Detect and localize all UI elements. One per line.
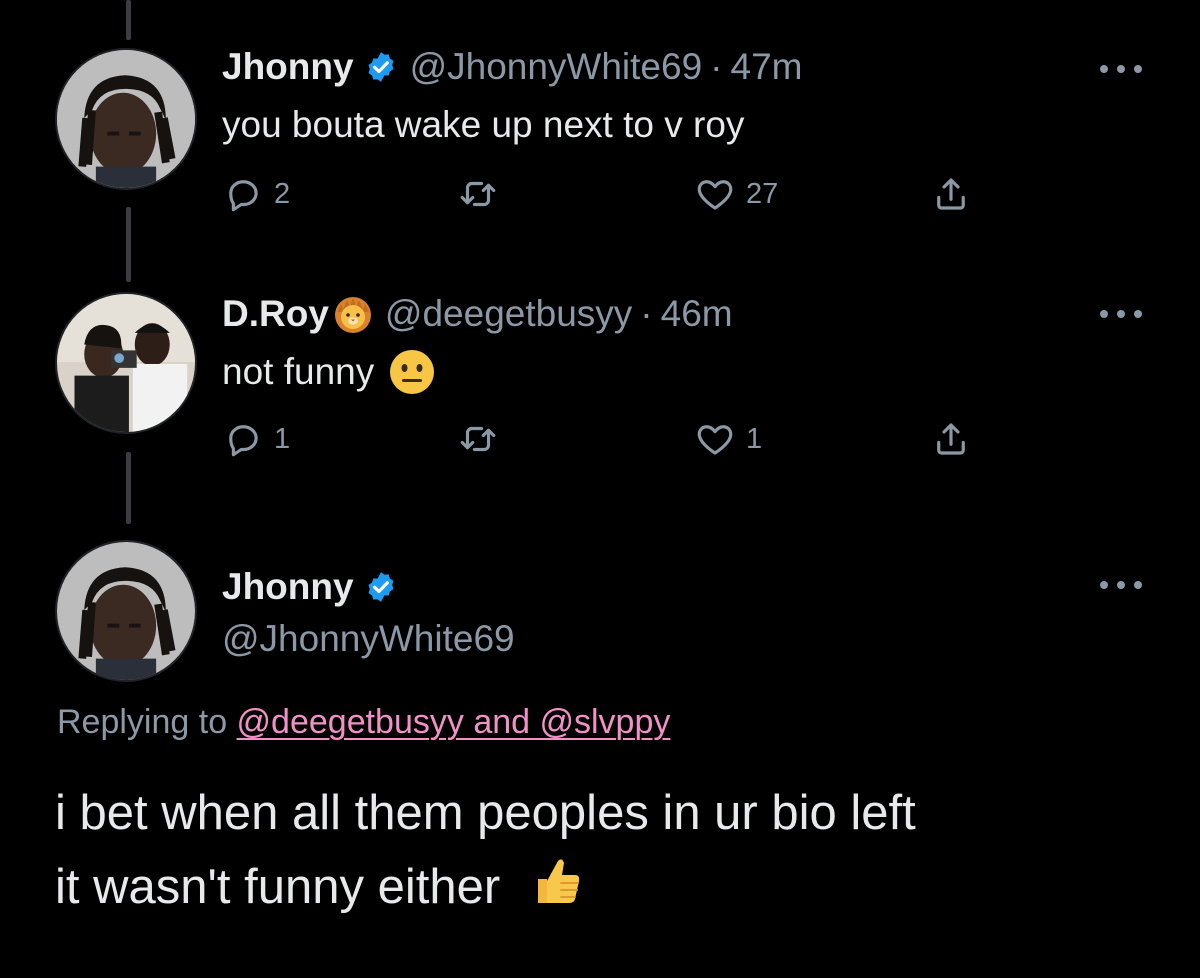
retweet-button[interactable]	[457, 173, 499, 215]
display-name[interactable]: Jhonny	[222, 46, 354, 88]
tweet-header: Jhonny	[222, 566, 398, 608]
tweet-text: not funny	[222, 348, 436, 396]
main-tweet-line-2-wrap: it wasn't funny either	[55, 850, 1155, 924]
reply-count: 2	[274, 177, 291, 210]
thumbs-up-icon	[537, 859, 579, 903]
retweet-icon	[460, 181, 496, 207]
like-count: 1	[746, 422, 763, 455]
reply-button[interactable]: 2	[222, 173, 290, 215]
tweet-text: you bouta wake up next to v roy	[222, 104, 744, 146]
main-tweet-text: i bet when all them peoples in ur bio le…	[55, 776, 1155, 924]
handle-row: @JhonnyWhite69	[222, 618, 515, 660]
more-options-icon[interactable]	[1100, 578, 1142, 592]
avatar-image	[57, 294, 195, 432]
main-tweet-line-1: i bet when all them peoples in ur bio le…	[55, 786, 916, 840]
display-name[interactable]: D.Roy	[222, 293, 329, 335]
like-button[interactable]: 27	[694, 173, 778, 215]
tweet[interactable]: Jhonny @JhonnyWhite69 · 47m you bouta wa…	[0, 0, 1200, 250]
handle[interactable]: @JhonnyWhite69	[410, 46, 703, 88]
handle[interactable]: @JhonnyWhite69	[222, 618, 515, 660]
tweet-actions: 2 27	[222, 173, 982, 217]
like-button[interactable]: 1	[694, 418, 762, 460]
reply-button[interactable]: 1	[222, 418, 290, 460]
replying-to: Replying to @deegetbusyy and @slvppy	[57, 703, 670, 742]
retweet-button[interactable]	[457, 418, 499, 460]
reply-icon	[229, 425, 258, 457]
avatar[interactable]	[55, 292, 197, 434]
lion-face-icon	[334, 297, 371, 333]
tweet-actions: 1 1	[222, 418, 982, 462]
verified-badge-icon	[368, 572, 394, 602]
avatar-image	[57, 50, 195, 188]
more-options-icon[interactable]	[1100, 307, 1142, 321]
tweet-text-content: you bouta wake up next to v roy	[222, 104, 745, 145]
avatar[interactable]	[55, 48, 197, 190]
neutral-face-icon	[390, 350, 435, 394]
retweet-icon	[460, 426, 496, 452]
replying-mentions-link[interactable]: @deegetbusyy and @slvppy	[237, 703, 671, 741]
replying-prefix: Replying to	[57, 703, 237, 741]
main-tweet-line-2: it wasn't funny either	[55, 860, 501, 914]
tweet-header: Jhonny @JhonnyWhite69 · 47m	[222, 46, 802, 88]
tweet[interactable]: D.Roy @deegetbusyy · 46m not funny 1 1	[0, 250, 1200, 500]
tweet-header: D.Roy @deegetbusyy · 46m	[222, 293, 733, 335]
more-options-icon[interactable]	[1100, 62, 1142, 76]
reply-icon	[229, 180, 258, 212]
display-name[interactable]: Jhonny	[222, 566, 354, 608]
separator-dot: ·	[640, 293, 653, 334]
avatar[interactable]	[55, 540, 197, 682]
heart-icon	[697, 180, 733, 210]
timestamp[interactable]: 47m	[731, 46, 803, 88]
reply-count: 1	[274, 422, 291, 455]
twitter-thread: Jhonny @JhonnyWhite69 · 47m you bouta wa…	[0, 0, 1200, 978]
share-button[interactable]	[930, 173, 972, 215]
share-icon	[937, 178, 965, 210]
tweet-text-content: not funny	[222, 351, 375, 392]
heart-icon	[697, 425, 733, 455]
share-button[interactable]	[930, 418, 972, 460]
timestamp[interactable]: 46m	[661, 293, 733, 335]
share-icon	[937, 423, 965, 455]
like-count: 27	[746, 177, 779, 210]
separator-dot: ·	[710, 46, 723, 87]
handle[interactable]: @deegetbusyy	[385, 293, 632, 335]
avatar-image	[57, 542, 195, 680]
verified-badge-icon	[368, 52, 394, 82]
